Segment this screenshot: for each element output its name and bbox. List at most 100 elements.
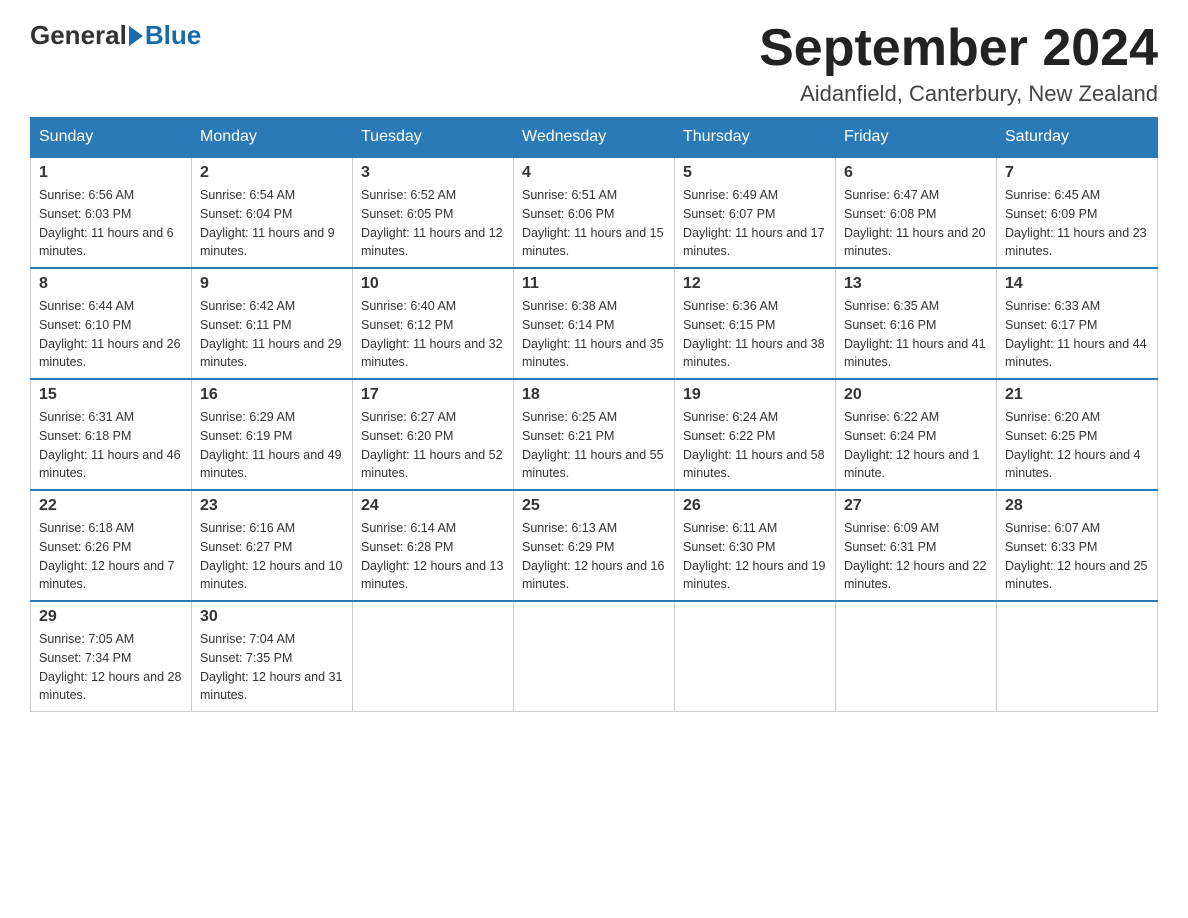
day-number: 15	[39, 386, 183, 404]
calendar-cell	[514, 601, 675, 712]
day-number: 24	[361, 497, 505, 515]
weekday-header-wednesday: Wednesday	[514, 118, 675, 158]
day-number: 5	[683, 164, 827, 182]
calendar-cell: 2Sunrise: 6:54 AMSunset: 6:04 PMDaylight…	[192, 157, 353, 268]
day-info: Sunrise: 6:29 AMSunset: 6:19 PMDaylight:…	[200, 408, 344, 483]
week-row-4: 22 Sunrise: 6:18 AMSunset: 6:26 PMDayligh…	[31, 490, 1158, 601]
calendar-cell: 22 Sunrise: 6:18 AMSunset: 6:26 PMDayligh…	[31, 490, 192, 601]
calendar-cell: 14 Sunrise: 6:33 AMSunset: 6:17 PMDayligh…	[997, 268, 1158, 379]
calendar-cell: 18 Sunrise: 6:25 AMSunset: 6:21 PMDayligh…	[514, 379, 675, 490]
day-number: 21	[1005, 386, 1149, 404]
day-info: Sunrise: 6:38 AMSunset: 6:14 PMDaylight:…	[522, 297, 666, 372]
calendar-cell: 23 Sunrise: 6:16 AMSunset: 6:27 PMDayligh…	[192, 490, 353, 601]
month-title: September 2024	[759, 20, 1158, 77]
day-number: 13	[844, 275, 988, 293]
calendar-cell: 11 Sunrise: 6:38 AMSunset: 6:14 PMDayligh…	[514, 268, 675, 379]
calendar-cell: 6 Sunrise: 6:47 AMSunset: 6:08 PMDaylight…	[836, 157, 997, 268]
week-row-2: 8 Sunrise: 6:44 AMSunset: 6:10 PMDaylight…	[31, 268, 1158, 379]
calendar-cell	[997, 601, 1158, 712]
calendar-table: SundayMondayTuesdayWednesdayThursdayFrid…	[30, 117, 1158, 712]
calendar-cell: 13 Sunrise: 6:35 AMSunset: 6:16 PMDayligh…	[836, 268, 997, 379]
day-number: 17	[361, 386, 505, 404]
day-number: 14	[1005, 275, 1149, 293]
page-container: General Blue September 2024 Aidanfield, …	[30, 20, 1158, 712]
day-number: 3	[361, 164, 505, 182]
calendar-cell: 17 Sunrise: 6:27 AMSunset: 6:20 PMDayligh…	[353, 379, 514, 490]
calendar-cell: 10Sunrise: 6:40 AMSunset: 6:12 PMDayligh…	[353, 268, 514, 379]
day-info: Sunrise: 6:35 AMSunset: 6:16 PMDaylight:…	[844, 297, 988, 372]
weekday-header-friday: Friday	[836, 118, 997, 158]
weekday-header-thursday: Thursday	[675, 118, 836, 158]
weekday-header-monday: Monday	[192, 118, 353, 158]
day-number: 4	[522, 164, 666, 182]
day-info: Sunrise: 6:47 AMSunset: 6:08 PMDaylight:…	[844, 186, 988, 261]
weekday-header-row: SundayMondayTuesdayWednesdayThursdayFrid…	[31, 118, 1158, 158]
day-info: Sunrise: 6:45 AMSunset: 6:09 PMDaylight:…	[1005, 186, 1149, 261]
title-section: September 2024 Aidanfield, Canterbury, N…	[759, 20, 1158, 107]
calendar-cell: 30 Sunrise: 7:04 AMSunset: 7:35 PMDayligh…	[192, 601, 353, 712]
day-number: 10	[361, 275, 505, 293]
calendar-cell	[836, 601, 997, 712]
week-row-5: 29Sunrise: 7:05 AMSunset: 7:34 PMDayligh…	[31, 601, 1158, 712]
calendar-cell: 20Sunrise: 6:22 AMSunset: 6:24 PMDayligh…	[836, 379, 997, 490]
calendar-cell: 5 Sunrise: 6:49 AMSunset: 6:07 PMDaylight…	[675, 157, 836, 268]
day-info: Sunrise: 6:09 AMSunset: 6:31 PMDaylight:…	[844, 519, 988, 594]
day-info: Sunrise: 6:18 AMSunset: 6:26 PMDaylight:…	[39, 519, 183, 594]
day-info: Sunrise: 6:27 AMSunset: 6:20 PMDaylight:…	[361, 408, 505, 483]
day-info: Sunrise: 6:11 AMSunset: 6:30 PMDaylight:…	[683, 519, 827, 594]
day-number: 30	[200, 608, 344, 626]
day-number: 1	[39, 164, 183, 182]
day-number: 23	[200, 497, 344, 515]
day-number: 11	[522, 275, 666, 293]
calendar-cell: 15 Sunrise: 6:31 AMSunset: 6:18 PMDayligh…	[31, 379, 192, 490]
calendar-cell	[353, 601, 514, 712]
day-info: Sunrise: 6:13 AMSunset: 6:29 PMDaylight:…	[522, 519, 666, 594]
day-info: Sunrise: 6:20 AMSunset: 6:25 PMDaylight:…	[1005, 408, 1149, 483]
day-info: Sunrise: 6:31 AMSunset: 6:18 PMDaylight:…	[39, 408, 183, 483]
day-info: Sunrise: 6:42 AMSunset: 6:11 PMDaylight:…	[200, 297, 344, 372]
day-number: 18	[522, 386, 666, 404]
logo-general-text: General	[30, 20, 127, 51]
day-number: 2	[200, 164, 344, 182]
day-number: 25	[522, 497, 666, 515]
day-number: 8	[39, 275, 183, 293]
calendar-cell: 16Sunrise: 6:29 AMSunset: 6:19 PMDayligh…	[192, 379, 353, 490]
logo: General Blue	[30, 20, 201, 51]
day-number: 20	[844, 386, 988, 404]
calendar-cell: 7 Sunrise: 6:45 AMSunset: 6:09 PMDaylight…	[997, 157, 1158, 268]
day-number: 26	[683, 497, 827, 515]
calendar-cell: 19 Sunrise: 6:24 AMSunset: 6:22 PMDayligh…	[675, 379, 836, 490]
day-number: 6	[844, 164, 988, 182]
day-number: 27	[844, 497, 988, 515]
calendar-cell: 25 Sunrise: 6:13 AMSunset: 6:29 PMDayligh…	[514, 490, 675, 601]
day-number: 9	[200, 275, 344, 293]
day-info: Sunrise: 6:52 AMSunset: 6:05 PMDaylight:…	[361, 186, 505, 261]
calendar-cell: 26 Sunrise: 6:11 AMSunset: 6:30 PMDayligh…	[675, 490, 836, 601]
day-info: Sunrise: 6:49 AMSunset: 6:07 PMDaylight:…	[683, 186, 827, 261]
calendar-cell: 24 Sunrise: 6:14 AMSunset: 6:28 PMDayligh…	[353, 490, 514, 601]
day-info: Sunrise: 6:44 AMSunset: 6:10 PMDaylight:…	[39, 297, 183, 372]
day-info: Sunrise: 6:24 AMSunset: 6:22 PMDaylight:…	[683, 408, 827, 483]
calendar-cell: 4 Sunrise: 6:51 AMSunset: 6:06 PMDaylight…	[514, 157, 675, 268]
logo-blue-text: Blue	[145, 20, 201, 51]
day-number: 7	[1005, 164, 1149, 182]
week-row-3: 15 Sunrise: 6:31 AMSunset: 6:18 PMDayligh…	[31, 379, 1158, 490]
day-info: Sunrise: 6:56 AMSunset: 6:03 PMDaylight:…	[39, 186, 183, 261]
day-info: Sunrise: 7:04 AMSunset: 7:35 PMDaylight:…	[200, 630, 344, 705]
day-number: 12	[683, 275, 827, 293]
day-info: Sunrise: 6:07 AMSunset: 6:33 PMDaylight:…	[1005, 519, 1149, 594]
day-number: 19	[683, 386, 827, 404]
day-info: Sunrise: 6:33 AMSunset: 6:17 PMDaylight:…	[1005, 297, 1149, 372]
calendar-cell: 8 Sunrise: 6:44 AMSunset: 6:10 PMDaylight…	[31, 268, 192, 379]
calendar-cell: 3 Sunrise: 6:52 AMSunset: 6:05 PMDaylight…	[353, 157, 514, 268]
day-info: Sunrise: 6:16 AMSunset: 6:27 PMDaylight:…	[200, 519, 344, 594]
calendar-cell: 1 Sunrise: 6:56 AMSunset: 6:03 PMDaylight…	[31, 157, 192, 268]
day-info: Sunrise: 6:25 AMSunset: 6:21 PMDaylight:…	[522, 408, 666, 483]
week-row-1: 1 Sunrise: 6:56 AMSunset: 6:03 PMDaylight…	[31, 157, 1158, 268]
day-info: Sunrise: 6:14 AMSunset: 6:28 PMDaylight:…	[361, 519, 505, 594]
day-number: 22	[39, 497, 183, 515]
weekday-header-saturday: Saturday	[997, 118, 1158, 158]
day-info: Sunrise: 6:51 AMSunset: 6:06 PMDaylight:…	[522, 186, 666, 261]
weekday-header-tuesday: Tuesday	[353, 118, 514, 158]
header: General Blue September 2024 Aidanfield, …	[30, 20, 1158, 107]
